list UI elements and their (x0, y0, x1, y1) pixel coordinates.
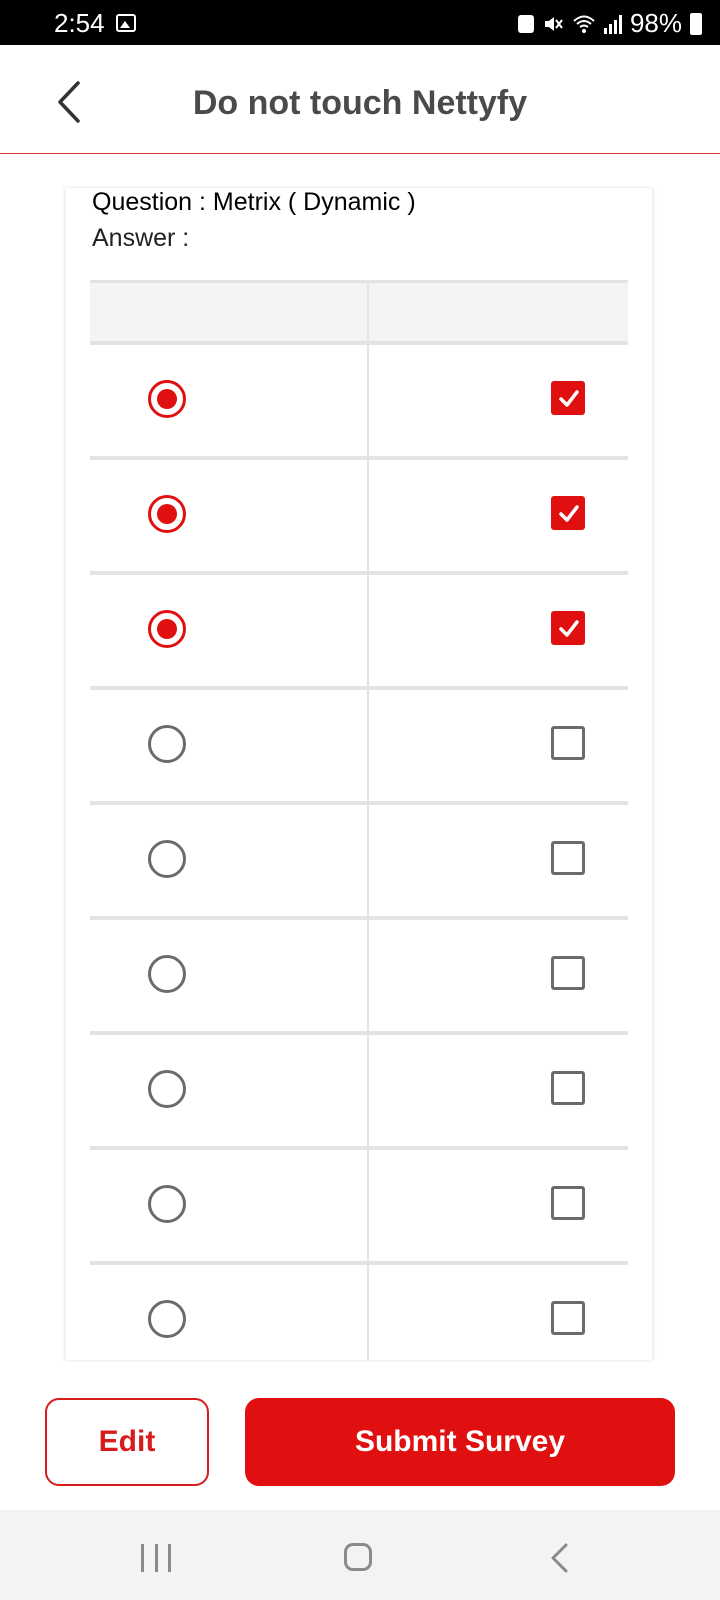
status-icons: 98% (517, 8, 702, 39)
column-divider (367, 690, 369, 801)
battery-percent: 98% (629, 8, 682, 38)
column-divider (367, 1035, 369, 1146)
question-card: Question : Metrix ( Dynamic ) Answer : (66, 188, 652, 1360)
page-title: Do not touch Nettyfy (192, 84, 528, 122)
home-icon[interactable] (344, 1543, 372, 1571)
matrix-rows (90, 345, 628, 1360)
radio-button[interactable] (148, 1185, 186, 1223)
column-divider (367, 920, 369, 1031)
matrix-header (90, 280, 628, 345)
wifi-icon (573, 15, 595, 33)
matrix-row (90, 805, 628, 920)
matrix-row (90, 345, 628, 460)
check-icon (559, 620, 579, 637)
matrix-row (90, 920, 628, 1035)
checkbox[interactable] (551, 381, 585, 415)
mute-icon (544, 16, 563, 31)
navigation-bar (0, 1510, 720, 1600)
column-divider (367, 1150, 369, 1261)
column-divider (367, 283, 369, 341)
answer-label: Answer : (92, 224, 190, 252)
radio-button[interactable] (148, 610, 186, 648)
radio-button[interactable] (148, 495, 186, 533)
checkbox[interactable] (551, 1071, 585, 1105)
radio-button[interactable] (148, 380, 186, 418)
radio-button[interactable] (148, 840, 186, 878)
status-bar: 2:54 98% (0, 0, 720, 45)
matrix-row (90, 690, 628, 805)
radio-button[interactable] (148, 725, 186, 763)
image-icon (116, 14, 136, 32)
column-divider (367, 575, 369, 686)
matrix-row (90, 1035, 628, 1150)
radio-button[interactable] (148, 1070, 186, 1108)
matrix-table (90, 280, 628, 1360)
checkbox[interactable] (551, 1186, 585, 1220)
matrix-row (90, 1265, 628, 1360)
battery-icon (690, 12, 702, 35)
sim-icon (517, 14, 534, 33)
column-divider (367, 1265, 369, 1360)
check-icon (559, 390, 579, 407)
column-divider (367, 345, 369, 456)
question-label: Question : Metrix ( Dynamic ) (92, 188, 416, 216)
matrix-row (90, 1150, 628, 1265)
signal-icon (603, 14, 622, 34)
column-divider (367, 805, 369, 916)
checkbox[interactable] (551, 841, 585, 875)
matrix-row (90, 460, 628, 575)
checkbox[interactable] (551, 726, 585, 760)
status-time: 2:54 (54, 8, 105, 38)
edit-button[interactable]: Edit (45, 1398, 209, 1486)
matrix-row (90, 575, 628, 690)
recents-icon[interactable] (141, 1544, 171, 1572)
app-bar: Do not touch Nettyfy (0, 45, 720, 154)
column-divider (367, 460, 369, 571)
submit-survey-button[interactable]: Submit Survey (245, 1398, 675, 1486)
radio-button[interactable] (148, 955, 186, 993)
back-icon[interactable] (548, 1542, 572, 1574)
checkbox[interactable] (551, 611, 585, 645)
checkbox[interactable] (551, 1301, 585, 1335)
checkbox[interactable] (551, 956, 585, 990)
check-icon (559, 505, 579, 522)
checkbox[interactable] (551, 496, 585, 530)
radio-button[interactable] (148, 1300, 186, 1338)
